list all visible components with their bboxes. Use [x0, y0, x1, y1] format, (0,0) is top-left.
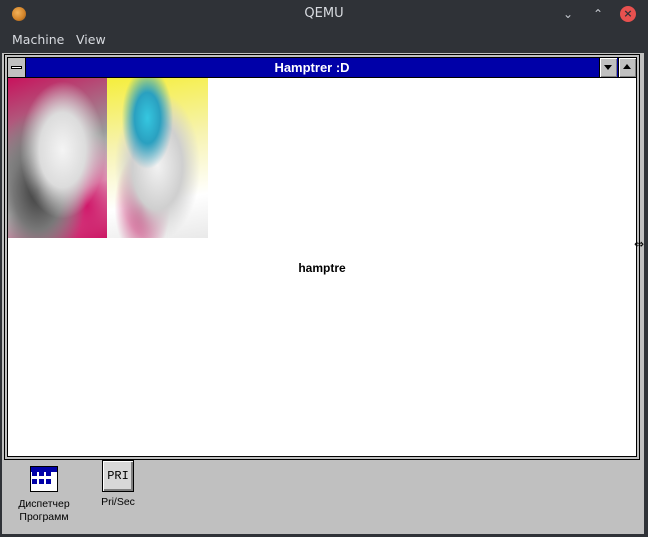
window-frame: Hamptrer :D hamptre [7, 57, 637, 457]
menu-machine[interactable]: Machine [12, 28, 64, 52]
program-manager-glyph-icon [28, 462, 60, 494]
host-titlebar[interactable]: QEMU ⌄ ⌃ × [0, 0, 648, 28]
pri-glyph-icon: PRI [102, 460, 134, 492]
program-manager-label-line1: Диспетчер [18, 498, 70, 510]
window-minimize-button[interactable] [599, 58, 617, 77]
guest-screen: Hamptrer :D hamptre ⇔ Диспетчер Программ… [2, 53, 644, 534]
qemu-window: QEMU ⌄ ⌃ × Machine View Hamptrer :D hamp… [0, 0, 648, 537]
window-client-area: hamptre [8, 78, 636, 456]
hamster-photo-2 [107, 78, 208, 238]
program-manager-icon[interactable]: Диспетчер Программ [6, 462, 82, 524]
window-title: Hamptrer :D [274, 60, 350, 75]
host-menubar: Machine View [0, 28, 648, 52]
pri-sec-icon[interactable]: PRI Pri/Sec [80, 460, 156, 509]
resize-cursor-icon: ⇔ [634, 237, 645, 251]
host-window-title: QEMU [304, 6, 344, 21]
window-maximize-button[interactable] [618, 58, 636, 77]
hamptrer-window[interactable]: Hamptrer :D hamptre [4, 54, 640, 460]
close-button[interactable]: × [620, 6, 636, 22]
minimize-button[interactable]: ⌄ [560, 6, 576, 22]
photo-caption: hamptre [298, 261, 346, 275]
pm-grid-icon [32, 471, 51, 485]
program-manager-label-line2: Программ [19, 511, 69, 523]
window-titlebar[interactable]: Hamptrer :D [8, 58, 636, 78]
pri-sec-label: Pri/Sec [101, 496, 135, 508]
hamster-photo-1 [8, 78, 107, 238]
menu-view[interactable]: View [76, 28, 106, 52]
program-manager-label: Диспетчер Программ [6, 498, 82, 524]
system-menu-button[interactable] [8, 58, 26, 77]
arrow-up-icon [623, 64, 631, 69]
arrow-down-icon [604, 65, 612, 70]
pri-box-icon: PRI [102, 460, 134, 492]
maximize-button[interactable]: ⌃ [590, 6, 606, 22]
